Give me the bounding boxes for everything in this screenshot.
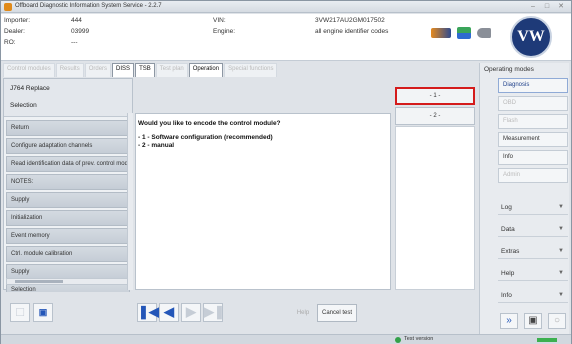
- mode-measurement-button[interactable]: Measurement: [498, 132, 568, 147]
- option-1-text: - 1 - Software configuration (recommende…: [138, 134, 273, 141]
- window-controls: – □ ✕: [527, 2, 567, 11]
- minimize-icon[interactable]: –: [527, 2, 539, 11]
- stop-icon[interactable]: ○: [548, 313, 566, 329]
- mode-obd-button[interactable]: OBD: [498, 96, 568, 111]
- question-text: Would you like to encode the control mod…: [138, 120, 281, 127]
- tab-bar: Control modules Results Orders DISS TSB …: [3, 63, 278, 77]
- next-icon[interactable]: ▶: [181, 303, 201, 322]
- status-indicator-bar: [537, 338, 557, 342]
- info-menu[interactable]: Info ▼: [498, 289, 568, 303]
- chevron-down-icon: ▼: [558, 270, 564, 276]
- tab-special-functions[interactable]: Special functions: [224, 63, 278, 77]
- status-bar: Test version: [1, 334, 571, 344]
- brand-logo: VW: [510, 16, 552, 58]
- mode-flash-button[interactable]: Flash: [498, 114, 568, 129]
- option-2-text: - 2 - manual: [138, 142, 175, 149]
- list-item[interactable]: Event memory: [6, 228, 130, 244]
- dealer-value: 03999: [71, 28, 90, 35]
- car-tools-icon[interactable]: [431, 28, 451, 38]
- data-menu[interactable]: Data ▼: [498, 223, 568, 237]
- help-menu[interactable]: Help ▼: [498, 267, 568, 281]
- importer-label: Importer:: [4, 17, 31, 24]
- bottom-toolbar: □ ▣ ❚◀ ◀ ▶ ▶❚ Help Cancel test: [3, 292, 477, 334]
- chevron-down-icon: ▼: [558, 204, 564, 210]
- tab-diss[interactable]: DISS: [112, 63, 135, 77]
- ro-label: RO:: [4, 39, 16, 46]
- window-title: Offboard Diagnostic Information System S…: [15, 3, 162, 9]
- extras-menu-label: Extras: [501, 248, 520, 255]
- list-item[interactable]: Return: [6, 120, 130, 136]
- document-icon[interactable]: □: [10, 303, 30, 322]
- tab-results[interactable]: Results: [55, 63, 84, 77]
- version-label: Test version: [404, 336, 434, 342]
- maximize-icon[interactable]: □: [541, 2, 553, 11]
- tab-operation[interactable]: Operation: [188, 63, 224, 77]
- header-toolbar: [431, 27, 491, 39]
- chevron-down-icon: ▼: [558, 248, 564, 254]
- vin-value: 3VW217AU2GM017502: [315, 17, 385, 24]
- forward-icon[interactable]: »: [500, 313, 518, 329]
- connection-status-icon: [395, 337, 401, 343]
- option-1-button[interactable]: - 1 -: [395, 87, 475, 105]
- mode-diagnosis-button[interactable]: Diagnosis: [498, 78, 568, 93]
- cancel-test-button[interactable]: Cancel test: [317, 304, 357, 322]
- vin-label: VIN:: [213, 17, 226, 24]
- data-menu-label: Data: [501, 226, 515, 233]
- help-button[interactable]: Help: [294, 307, 312, 320]
- mode-info-button[interactable]: Info: [498, 150, 568, 165]
- engine-value: all engine identifier codes: [315, 28, 389, 35]
- vehicle-info-header: Importer: 444 Dealer: 03999 RO: --- VIN:…: [1, 14, 571, 61]
- dealer-label: Dealer:: [4, 28, 25, 35]
- help-menu-label: Help: [501, 270, 515, 277]
- save-icon[interactable]: ▣: [524, 313, 542, 329]
- list-item[interactable]: Initialization: [6, 210, 130, 226]
- test-sequence-panel: J764 Replace Selection Return Configure …: [3, 78, 133, 298]
- tab-test-plan[interactable]: Test plan: [155, 63, 188, 77]
- vertical-scrollbar[interactable]: [127, 113, 133, 290]
- app-icon: [4, 3, 12, 11]
- scrollbar-thumb[interactable]: [15, 280, 63, 283]
- last-page-icon[interactable]: ▶❚: [203, 303, 225, 322]
- first-page-icon[interactable]: ❚◀: [137, 303, 159, 322]
- title-bar: Offboard Diagnostic Information System S…: [1, 1, 571, 13]
- log-menu[interactable]: Log ▼: [498, 201, 568, 215]
- tab-control-modules[interactable]: Control modules: [3, 63, 55, 77]
- list-item[interactable]: NOTES:: [6, 174, 130, 190]
- chevron-down-icon: ▼: [558, 292, 564, 298]
- log-menu-label: Log: [501, 204, 512, 211]
- ro-value: ---: [71, 39, 78, 46]
- info-menu-label: Info: [501, 292, 512, 299]
- extras-menu[interactable]: Extras ▼: [498, 245, 568, 259]
- chevron-down-icon: ▼: [558, 226, 564, 232]
- tab-orders[interactable]: Orders: [84, 63, 112, 77]
- operating-modes-heading: Operating modes: [484, 66, 534, 73]
- instruction-text-area: Would you like to encode the control mod…: [135, 113, 391, 290]
- application-window: Offboard Diagnostic Information System S…: [0, 0, 572, 344]
- list-item[interactable]: Configure adaptation channels: [6, 138, 130, 154]
- option-button-area: [395, 126, 475, 290]
- mode-admin-button[interactable]: Admin: [498, 168, 568, 183]
- tab-tsb[interactable]: TSB: [135, 63, 155, 77]
- print-icon[interactable]: ▣: [33, 303, 53, 322]
- procedure-title: J764 Replace: [10, 85, 50, 92]
- importer-value: 444: [71, 17, 82, 24]
- operating-modes-panel: Operating modes Diagnosis OBD Flash Meas…: [479, 63, 569, 335]
- sequence-list: Return Configure adaptation channels Rea…: [4, 120, 132, 300]
- previous-icon[interactable]: ◀: [159, 303, 179, 322]
- option-2-button[interactable]: - 2 -: [395, 107, 475, 125]
- close-icon[interactable]: ✕: [555, 2, 567, 11]
- list-item[interactable]: Ctrl. module calibration: [6, 246, 130, 262]
- list-item[interactable]: Read identification data of prev. contro…: [6, 156, 130, 172]
- connector-icon[interactable]: [477, 28, 491, 38]
- engine-label: Engine:: [213, 28, 236, 35]
- list-item[interactable]: Supply: [6, 192, 130, 208]
- network-icon[interactable]: [457, 27, 471, 39]
- selection-panel: J764 Replace Selection: [4, 79, 132, 117]
- procedure-step: Selection: [10, 102, 37, 109]
- horizontal-scrollbar[interactable]: [6, 278, 130, 285]
